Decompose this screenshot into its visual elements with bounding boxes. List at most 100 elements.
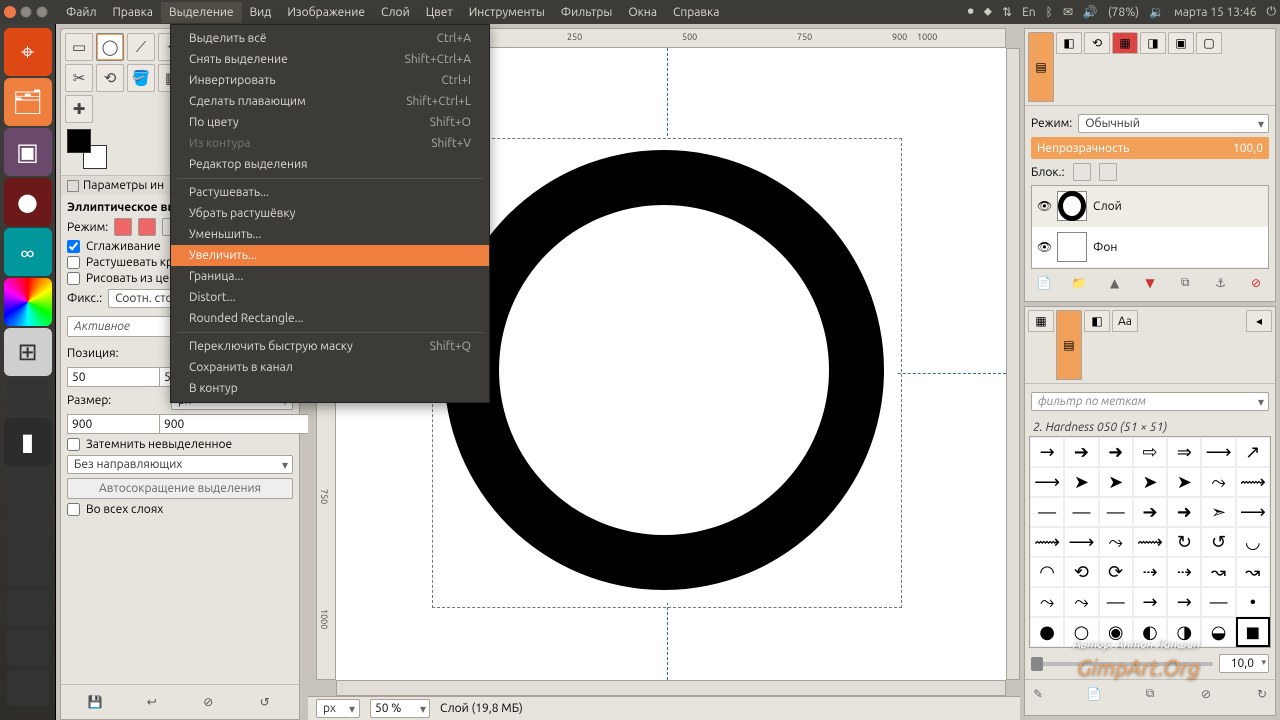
histogram-tab[interactable]: ◨ — [1140, 32, 1166, 54]
brush-cell[interactable]: → — [1167, 587, 1201, 617]
size-h-input[interactable] — [159, 414, 323, 434]
brush-cell[interactable]: ○ — [1064, 617, 1098, 647]
brush-cell[interactable]: — — [1201, 587, 1235, 617]
menuitem[interactable]: Увеличить... — [171, 245, 489, 266]
brush-cell[interactable]: ➣ — [1201, 497, 1235, 527]
menu-Цвет[interactable]: Цвет — [418, 2, 461, 23]
battery-indicator[interactable]: (78%) — [1108, 6, 1139, 19]
mail-icon[interactable]: ✉ — [1063, 5, 1073, 19]
channels-tab[interactable]: ◧ — [1056, 32, 1082, 54]
spacing-slider[interactable] — [1031, 662, 1213, 666]
scrollbar-vertical[interactable] — [1006, 48, 1020, 680]
brush-cell[interactable]: → — [1030, 437, 1064, 467]
brush-cell[interactable]: ↝ — [1201, 557, 1235, 587]
brush-cell[interactable]: — — [1030, 497, 1064, 527]
anchor-icon[interactable]: ⚓ — [1210, 273, 1232, 293]
launcher-item[interactable] — [7, 550, 49, 586]
gradient-tab[interactable]: ◧ — [1084, 310, 1110, 332]
lang-indicator[interactable]: En — [1022, 6, 1036, 19]
bucket-tool[interactable]: 🪣 — [127, 64, 155, 92]
menu-Слой[interactable]: Слой — [373, 2, 418, 23]
brush-cell[interactable]: ⟳ — [1099, 557, 1133, 587]
darken-check[interactable] — [67, 438, 80, 451]
brush-cell[interactable]: ◉ — [1099, 617, 1133, 647]
del-brush-icon[interactable]: ⊘ — [1195, 684, 1217, 704]
menu-Инструменты[interactable]: Инструменты — [461, 2, 553, 23]
menuitem[interactable]: Граница... — [171, 266, 489, 287]
brush-cell[interactable]: ◡ — [1236, 527, 1270, 557]
brush-cell[interactable]: • — [1236, 587, 1270, 617]
new-layer-icon[interactable]: 📄 — [1033, 273, 1055, 293]
visibility-icon[interactable]: 👁 — [1037, 240, 1051, 254]
menuitem[interactable]: ИнвертироватьCtrl+I — [171, 70, 489, 91]
brush-cell[interactable]: ◠ — [1030, 557, 1064, 587]
zoom-combo[interactable]: 50 % — [370, 699, 430, 718]
menuitem[interactable]: Переключить быструю маскуShift+Q — [171, 336, 489, 357]
free-select-tool[interactable]: ⟋ — [127, 33, 155, 61]
sphere-icon[interactable]: ● — [4, 178, 52, 226]
brush-cell[interactable]: ➤ — [1167, 467, 1201, 497]
brush-cell[interactable]: → — [1133, 587, 1167, 617]
unit-combo[interactable]: px — [316, 699, 360, 718]
launcher-item[interactable] — [7, 510, 49, 546]
pattern-tab[interactable]: ▤ — [1056, 310, 1082, 380]
brush-cell[interactable]: ⤳ — [1099, 527, 1133, 557]
layer-row[interactable]: 👁Слой — [1032, 186, 1268, 227]
brush-cell[interactable]: ⟶ — [1064, 527, 1098, 557]
menuitem[interactable]: Растушевать... — [171, 182, 489, 203]
alllayers-check[interactable] — [67, 503, 80, 516]
guides-combo[interactable]: Без направляющих — [67, 455, 293, 474]
bluetooth-icon[interactable]: ᛒ — [1046, 6, 1053, 19]
scrollbar-horizontal[interactable] — [336, 680, 1006, 696]
sound-icon[interactable]: 🔊 — [1083, 5, 1098, 19]
ellipse-select-tool[interactable]: ◯ — [96, 33, 124, 61]
brush-grid[interactable]: →➔➜⇨⇒⟶↗⟶➤➤➤➤⤳⟿———➔➜➣⟶⟿⟶⤳⟿↻↺◡◠⟲⟳⇢⇢↝↝⤳⤳—→→… — [1029, 436, 1271, 648]
brush-cell[interactable]: ⤳ — [1201, 467, 1235, 497]
menuitem[interactable]: Уменьшить... — [171, 224, 489, 245]
brush-cell[interactable]: ➤ — [1099, 467, 1133, 497]
menu-Окна[interactable]: Окна — [620, 2, 665, 23]
brush-cell[interactable]: ◑ — [1167, 617, 1201, 647]
brush-cell[interactable]: ➔ — [1133, 497, 1167, 527]
minimize-icon[interactable] — [20, 6, 32, 18]
antialias-check[interactable] — [67, 240, 80, 253]
brush-cell[interactable]: ⤳ — [1030, 587, 1064, 617]
arduino-icon[interactable]: ∞ — [4, 228, 52, 276]
down-icon[interactable]: ▼ — [1139, 273, 1161, 293]
menu-Фильтры[interactable]: Фильтры — [553, 2, 621, 23]
record-icon[interactable]: ⏺ — [968, 5, 974, 19]
layers-tab[interactable]: ▤ — [1028, 32, 1054, 102]
lock-alpha-icon[interactable] — [1099, 163, 1117, 181]
dropbox-icon[interactable]: ⬥ — [984, 5, 992, 19]
brush-cell[interactable]: ↝ — [1236, 557, 1270, 587]
brush-cell[interactable]: ↻ — [1167, 527, 1201, 557]
brush-cell[interactable]: ⟿ — [1030, 527, 1064, 557]
revert-icon[interactable]: ↩ — [141, 691, 163, 713]
menu-Правка[interactable]: Правка — [105, 2, 161, 23]
brush-cell[interactable]: ➤ — [1064, 467, 1098, 497]
launcher-item[interactable] — [7, 380, 49, 416]
menuitem[interactable]: Убрать растушёвку — [171, 203, 489, 224]
undo-tab[interactable]: ▦ — [1112, 32, 1138, 54]
menu-Вид[interactable]: Вид — [242, 2, 280, 23]
visibility-icon[interactable]: 👁 — [1037, 199, 1051, 213]
brush-cell[interactable]: ⤳ — [1064, 587, 1098, 617]
menuitem[interactable]: Rounded Rectangle... — [171, 308, 489, 329]
launcher-item[interactable] — [7, 470, 49, 506]
feather-check[interactable] — [67, 256, 80, 269]
reset-icon[interactable]: ↺ — [254, 691, 276, 713]
brush-cell[interactable]: ➔ — [1064, 437, 1098, 467]
new-brush-icon[interactable]: 📄 — [1083, 684, 1105, 704]
refresh-icon[interactable]: ↻ — [1251, 684, 1273, 704]
calculator-icon[interactable]: ⊞ — [4, 328, 52, 376]
edit-brush-icon[interactable]: ✎ — [1027, 684, 1049, 704]
brush-cell[interactable]: ⟶ — [1236, 497, 1270, 527]
menuitem[interactable]: Сделать плавающимShift+Ctrl+L — [171, 91, 489, 112]
brush-cell[interactable]: ◒ — [1201, 617, 1235, 647]
menu-Справка[interactable]: Справка — [665, 2, 727, 23]
menuitem[interactable]: В контур — [171, 378, 489, 399]
close-icon[interactable] — [4, 6, 16, 18]
launcher-item[interactable] — [7, 670, 49, 706]
rect-select-tool[interactable]: ▭ — [65, 33, 93, 61]
up-icon[interactable]: ▲ — [1104, 273, 1126, 293]
